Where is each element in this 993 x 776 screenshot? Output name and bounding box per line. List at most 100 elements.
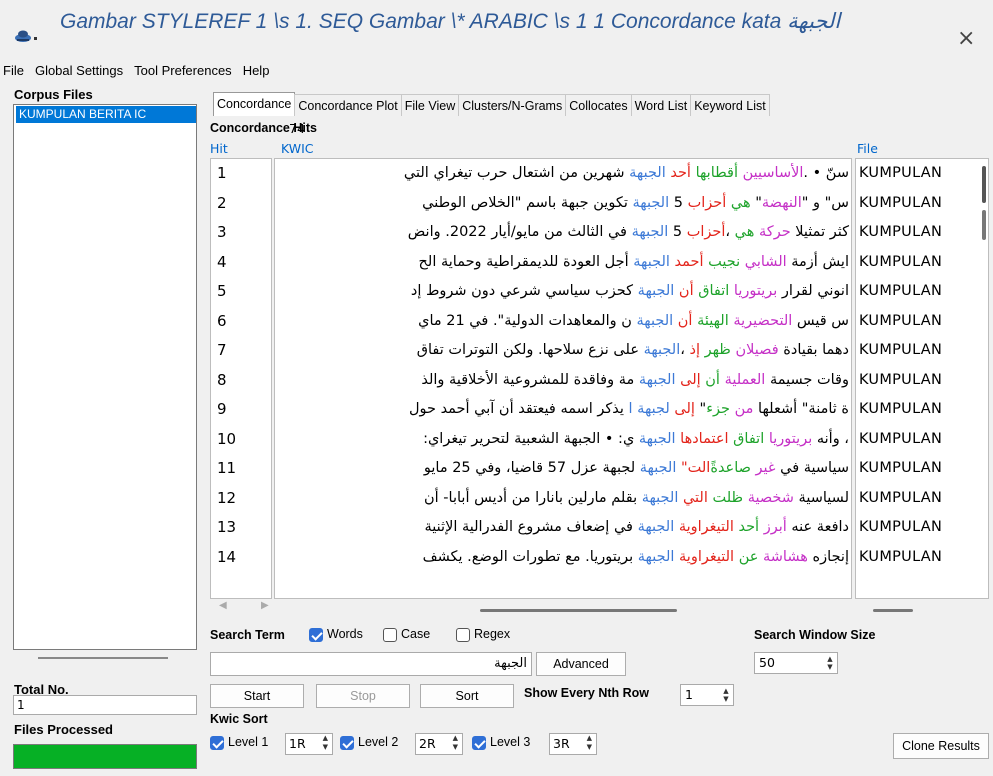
hit-number[interactable]: 10 — [211, 425, 271, 455]
hit-number[interactable]: 13 — [211, 513, 271, 543]
file-horizontal-scrollbar-thumb[interactable] — [873, 609, 913, 612]
kwic-token: فصيلان — [735, 342, 779, 358]
kwic-line[interactable]: لسياسية شخصية ظلت التي الجبهة بقلم مارلي… — [275, 484, 851, 514]
spinner-arrows-icon[interactable]: ▲ ▼ — [587, 734, 592, 752]
tab-word-list[interactable]: Word List — [630, 94, 692, 116]
file-name-cell[interactable]: KUMPULAN — [856, 395, 988, 425]
kwic-line[interactable]: سياسية في غير صاعدةًالت" الجبهة لجبهة عز… — [275, 454, 851, 484]
level1-spinner[interactable]: 1R ▲ ▼ — [285, 733, 333, 755]
tab-collocates[interactable]: Collocates — [565, 94, 632, 116]
level2-checkbox[interactable]: Level 2 — [340, 735, 398, 750]
close-icon[interactable]: × — [957, 28, 975, 50]
file-column[interactable]: KUMPULAN KUMPULAN KUMPULAN KUMPULAN KUMPULAN… — [855, 158, 989, 599]
spinner-arrows-icon[interactable]: ▲ ▼ — [453, 734, 458, 752]
search-window-size-spinner[interactable]: 50 ▲ ▼ — [754, 652, 838, 674]
level1-check-icon[interactable] — [210, 735, 224, 750]
case-check-icon[interactable] — [383, 627, 397, 642]
file-name-cell[interactable]: KUMPULAN — [856, 189, 988, 219]
tab-keyword-list[interactable]: Keyword List — [690, 94, 770, 116]
kwic-line[interactable]: دهما بقيادة فصيلان ظهر إذ ،الجبهة على نز… — [275, 336, 851, 366]
hit-number[interactable]: 12 — [211, 484, 271, 514]
spinner-arrows-icon[interactable]: ▲ ▼ — [323, 734, 328, 752]
hit-number[interactable]: 4 — [211, 248, 271, 278]
file-name-cell[interactable]: KUMPULAN — [856, 248, 988, 278]
kwic-line[interactable]: س قيس التحضيرية الهيئة أن الجبهة ن والمع… — [275, 307, 851, 337]
vertical-scrollbar-thumb[interactable] — [982, 166, 986, 203]
kwic-line[interactable]: انوني لقرار بريتوريا اتفاق أن الجبهة كحز… — [275, 277, 851, 307]
menu-tool-preferences[interactable]: Tool Preferences — [134, 63, 232, 78]
kwic-token: هي — [730, 194, 751, 211]
scroll-right-arrow-icon[interactable]: ▶ — [261, 600, 269, 611]
every-nth-row-spinner[interactable]: 1 ▲ ▼ — [680, 684, 734, 706]
menu-file[interactable]: File — [3, 63, 24, 78]
hit-column[interactable]: 1 2 3 4 5 6 7 8 9 10 11 12 13 14 — [210, 158, 272, 599]
corpus-files-list[interactable]: KUMPULAN BERITA IC — [13, 104, 197, 650]
kwic-line[interactable]: ة ثامنة" أشعلها من جزء" إلى لجبهة ا يذكر… — [275, 395, 851, 425]
file-name-cell[interactable]: KUMPULAN — [856, 307, 988, 337]
file-name-cell[interactable]: KUMPULAN — [856, 218, 988, 248]
level3-checkbox[interactable]: Level 3 — [472, 735, 530, 750]
level1-checkbox[interactable]: Level 1 — [210, 735, 268, 750]
tab-file-view[interactable]: File View — [400, 94, 460, 116]
hit-number[interactable]: 8 — [211, 366, 271, 396]
kwic-line[interactable]: ، وأنه بريتوريا اتفاق اعتمادها الجبهة ي:… — [275, 425, 851, 455]
start-button[interactable]: Start — [210, 684, 304, 708]
file-name-cell[interactable]: KUMPULAN — [856, 513, 988, 543]
tab-concordance[interactable]: Concordance — [213, 92, 296, 116]
column-header-kwic[interactable]: KWIC — [281, 141, 314, 156]
kwic-line[interactable]: س" و "النهضة" هي أحزاب 5 الجبهة تكوين جب… — [275, 189, 851, 219]
hit-number[interactable]: 14 — [211, 543, 271, 573]
level3-check-icon[interactable] — [472, 735, 486, 750]
level2-spinner[interactable]: 2R ▲ ▼ — [415, 733, 463, 755]
search-term-input[interactable]: الجبهة — [210, 652, 532, 676]
kwic-token: ي: • الجبهة الشعبية لتحرير تيغراي: — [423, 430, 635, 447]
words-checkbox[interactable]: Words — [309, 627, 363, 642]
kwic-line[interactable]: إنجازه هشاشة عن التيغراوية الجبهة بريتور… — [275, 543, 851, 573]
spinner-arrows-icon[interactable]: ▲ ▼ — [825, 655, 835, 671]
corpus-file-item[interactable]: KUMPULAN BERITA IC — [16, 106, 196, 123]
level2-check-icon[interactable] — [340, 735, 354, 750]
file-name-cell[interactable]: KUMPULAN — [856, 484, 988, 514]
clone-results-button[interactable]: Clone Results — [893, 733, 989, 759]
hit-number[interactable]: 6 — [211, 307, 271, 337]
hit-number[interactable]: 5 — [211, 277, 271, 307]
level3-spinner[interactable]: 3R ▲ ▼ — [549, 733, 597, 755]
hit-number[interactable]: 3 — [211, 218, 271, 248]
hit-number[interactable]: 7 — [211, 336, 271, 366]
tab-clusters-ngrams[interactable]: Clusters/N-Grams — [458, 94, 567, 116]
hit-number[interactable]: 2 — [211, 189, 271, 219]
spinner-arrows-icon[interactable]: ▲ ▼ — [721, 687, 731, 703]
menu-help[interactable]: Help — [243, 63, 270, 78]
hit-number[interactable]: 9 — [211, 395, 271, 425]
file-name-cell[interactable]: KUMPULAN — [856, 366, 988, 396]
menu-global-settings[interactable]: Global Settings — [35, 63, 123, 78]
scroll-left-arrow-icon[interactable]: ◀ — [219, 600, 227, 611]
kwic-line[interactable]: دافعة عنه أبرز أحد التيغراوية الجبهة في … — [275, 513, 851, 543]
words-check-icon[interactable] — [309, 627, 323, 642]
column-header-hit[interactable]: Hit — [210, 141, 228, 156]
case-checkbox[interactable]: Case — [383, 627, 430, 642]
regex-check-icon[interactable] — [456, 627, 470, 642]
kwic-line[interactable]: وقات جسيمة العملية أن إلى الجبهة مة وفاق… — [275, 366, 851, 396]
file-name-cell[interactable]: KUMPULAN — [856, 277, 988, 307]
file-name-cell[interactable]: KUMPULAN — [856, 425, 988, 455]
hit-number[interactable]: 11 — [211, 454, 271, 484]
kwic-line[interactable]: كثر تمثيلا حركة هي ،أحزاب 5 الجبهة في ال… — [275, 218, 851, 248]
hit-number[interactable]: 1 — [211, 159, 271, 189]
sort-button[interactable]: Sort — [420, 684, 514, 708]
advanced-button[interactable]: Advanced — [536, 652, 626, 676]
tab-concordance-plot[interactable]: Concordance Plot — [294, 94, 402, 116]
file-name-cell[interactable]: KUMPULAN — [856, 159, 988, 189]
file-name-cell[interactable]: KUMPULAN — [856, 336, 988, 366]
kwic-token: الجبهة — [633, 283, 679, 299]
kwic-line[interactable]: سنّ • .الأساسيين أقطابها أحد الجبهة شهري… — [275, 159, 851, 189]
regex-checkbox[interactable]: Regex — [456, 627, 510, 642]
file-name-cell[interactable]: KUMPULAN — [856, 454, 988, 484]
stop-button[interactable]: Stop — [316, 684, 410, 708]
column-header-file[interactable]: File — [857, 141, 878, 156]
file-name-cell[interactable]: KUMPULAN — [856, 543, 988, 573]
vertical-scrollbar-thumb-secondary[interactable] — [982, 210, 986, 240]
horizontal-scrollbar-thumb[interactable] — [480, 609, 677, 612]
kwic-column[interactable]: سنّ • .الأساسيين أقطابها أحد الجبهة شهري… — [274, 158, 852, 599]
kwic-line[interactable]: ايش أزمة الشابي نجيب أحمد الجبهة أجل الع… — [275, 248, 851, 278]
